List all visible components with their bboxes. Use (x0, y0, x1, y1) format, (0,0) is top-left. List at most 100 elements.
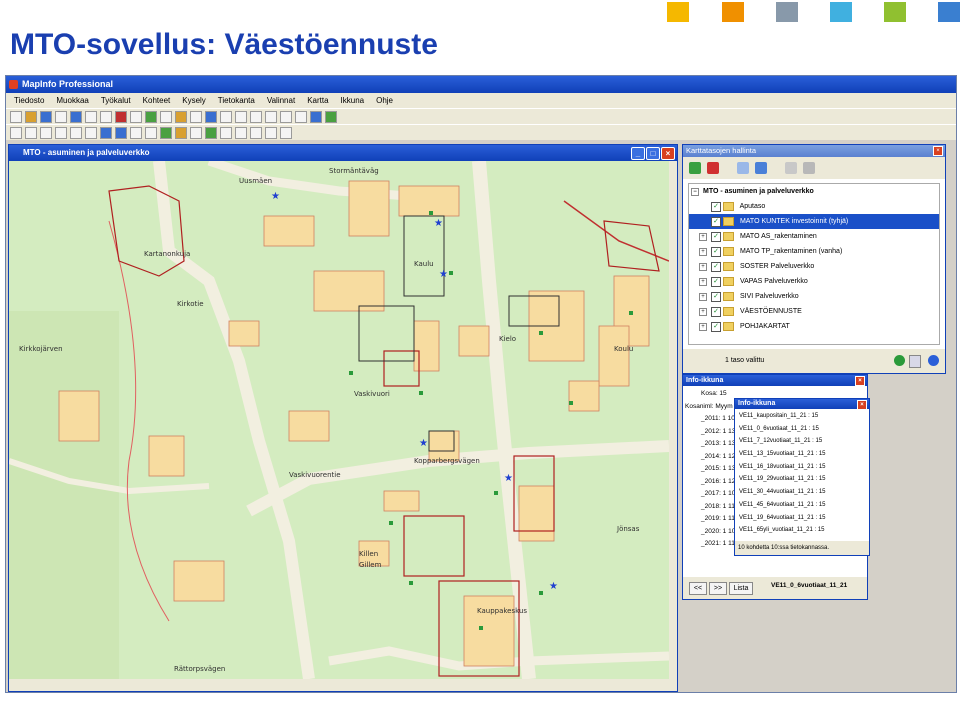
open-icon[interactable] (25, 110, 37, 123)
change-view-icon[interactable] (130, 126, 142, 139)
previous-record-button[interactable]: << (689, 582, 707, 595)
drag-window-icon[interactable] (190, 126, 202, 139)
info-table-item[interactable]: VE11_kaupositain_11_21 : 15 (739, 410, 869, 423)
menu-kartta[interactable]: Kartta (307, 93, 328, 108)
layout-icon[interactable] (175, 110, 187, 123)
checkbox-icon[interactable]: ✓ (711, 292, 721, 302)
unselect-icon[interactable] (85, 126, 97, 139)
undo-icon[interactable] (115, 110, 127, 123)
expand-icon[interactable]: + (699, 248, 707, 256)
hotlink-icon[interactable] (265, 126, 277, 139)
select-tool-icon[interactable] (10, 126, 22, 139)
add-layer-icon[interactable] (689, 162, 701, 174)
minimize-icon[interactable]: _ (631, 147, 645, 160)
info-table-item[interactable]: VE11_30_44vuotiaat_11_21 : 15 (739, 486, 869, 499)
info-table-item[interactable]: VE11_65yli_vuotiaat_11_21 : 15 (739, 524, 869, 537)
expand-icon[interactable]: + (699, 278, 707, 286)
cut-icon[interactable] (70, 110, 82, 123)
layer-item-selected[interactable]: ✓ MATO KUNTEK investoinnit (tyhjä) (689, 214, 939, 229)
save-icon[interactable] (40, 110, 52, 123)
next-record-button[interactable]: >> (709, 582, 727, 595)
polygon-tool-icon[interactable] (265, 110, 277, 123)
graph-icon[interactable] (160, 110, 172, 123)
info-table-item[interactable]: VE11_7_12vuotiaat_11_21 : 15 (739, 435, 869, 448)
menu-muokkaa[interactable]: Muokkaa (56, 93, 88, 108)
checkbox-icon[interactable]: ✓ (711, 277, 721, 287)
checkbox-icon[interactable]: ✓ (711, 247, 721, 257)
layer-item[interactable]: + ✓ MATO TP_rakentaminen (vanha) (689, 244, 939, 259)
zoom-in-icon[interactable] (100, 126, 112, 139)
close-icon[interactable]: × (661, 147, 675, 160)
paste-icon[interactable] (100, 110, 112, 123)
ellipse-tool-icon[interactable] (280, 110, 292, 123)
remove-layer-icon[interactable] (707, 162, 719, 174)
checkbox-icon[interactable]: ✓ (711, 322, 721, 332)
sum-icon[interactable] (280, 126, 292, 139)
new-browser-icon[interactable] (130, 110, 142, 123)
help-icon[interactable] (928, 355, 939, 366)
expand-icon[interactable]: + (699, 308, 707, 316)
list-button[interactable]: Lista (729, 582, 753, 595)
new-icon[interactable] (10, 110, 22, 123)
horizontal-scrollbar[interactable] (9, 679, 677, 691)
expand-icon[interactable]: + (699, 293, 707, 301)
layer-item[interactable]: + ✓ VÄESTÖENNUSTE (689, 304, 939, 319)
info-table-item[interactable]: VE11_16_18vuotiaat_11_21 : 15 (739, 461, 869, 474)
close-icon[interactable]: × (857, 400, 867, 410)
vertical-scrollbar[interactable] (669, 161, 677, 679)
grabber-icon[interactable] (145, 126, 157, 139)
move-up-icon[interactable] (737, 162, 749, 174)
display-options-icon[interactable] (803, 162, 815, 174)
checkbox-icon[interactable]: ✓ (711, 262, 721, 272)
move-down-icon[interactable] (755, 162, 767, 174)
menu-kohteet[interactable]: Kohteet (143, 93, 171, 108)
print-icon[interactable] (55, 110, 67, 123)
copy-icon[interactable] (85, 110, 97, 123)
checkbox-icon[interactable]: ✓ (711, 202, 721, 212)
label-tool-icon[interactable] (175, 126, 187, 139)
polyline-tool-icon[interactable] (235, 110, 247, 123)
layer-properties-icon[interactable] (785, 162, 797, 174)
redistrict-icon[interactable] (190, 110, 202, 123)
info-table-item[interactable]: VE11_13_15vuotiaat_11_21 : 15 (739, 448, 869, 461)
radius-select-icon[interactable] (40, 126, 52, 139)
menu-tyokalut[interactable]: Työkalut (101, 93, 131, 108)
marquee-select-icon[interactable] (25, 126, 37, 139)
menu-tiedosto[interactable]: Tiedosto (14, 93, 44, 108)
properties-icon[interactable] (909, 355, 921, 368)
close-icon[interactable]: × (933, 146, 943, 156)
close-icon[interactable]: × (855, 376, 865, 386)
layer-item[interactable]: + ✓ VAPAS Palveluverkko (689, 274, 939, 289)
legend-icon[interactable] (235, 126, 247, 139)
layer-tree-root[interactable]: − MTO - asuminen ja palveluverkko (689, 184, 939, 199)
ruler-icon[interactable] (220, 126, 232, 139)
maximize-icon[interactable]: □ (646, 147, 660, 160)
menu-kysely[interactable]: Kysely (182, 93, 206, 108)
layer-item[interactable]: ✓ Aputaso (689, 199, 939, 214)
checkbox-icon[interactable]: ✓ (711, 232, 721, 242)
expand-icon[interactable]: + (699, 233, 707, 241)
info-table-item[interactable]: VE11_19_64vuotiaat_11_21 : 15 (739, 512, 869, 525)
expand-icon[interactable]: + (699, 323, 707, 331)
help-icon[interactable] (205, 110, 217, 123)
info-table-item[interactable]: VE11_45_64vuotiaat_11_21 : 15 (739, 499, 869, 512)
collapse-icon[interactable]: − (691, 188, 699, 196)
statistics-icon[interactable] (250, 126, 262, 139)
zoom-out-icon[interactable] (115, 126, 127, 139)
layer-item[interactable]: + ✓ SIVI Palveluverkko (689, 289, 939, 304)
layer-control-icon[interactable] (205, 126, 217, 139)
arc-tool-icon[interactable] (250, 110, 262, 123)
symbol-tool-icon[interactable] (325, 110, 337, 123)
menu-tietokanta[interactable]: Tietokanta (218, 93, 255, 108)
rectangle-tool-icon[interactable] (295, 110, 307, 123)
info-table-item[interactable]: VE11_19_29vuotiaat_11_21 : 15 (739, 473, 869, 486)
map-canvas[interactable]: ★ ★ ★ ★ ★ ★ Stormäntäväg Uusmäen Kartanonkuj… (9, 161, 669, 679)
info-tool-icon[interactable] (160, 126, 172, 139)
checkbox-icon[interactable]: ✓ (711, 217, 721, 227)
text-tool-icon[interactable] (310, 110, 322, 123)
layer-item[interactable]: + ✓ POHJAKARTAT (689, 319, 939, 334)
layer-item[interactable]: + ✓ MATO AS_rakentaminen (689, 229, 939, 244)
layer-item[interactable]: + ✓ SOSTER Palveluverkko (689, 259, 939, 274)
menu-ohje[interactable]: Ohje (376, 93, 393, 108)
new-mapper-icon[interactable] (145, 110, 157, 123)
